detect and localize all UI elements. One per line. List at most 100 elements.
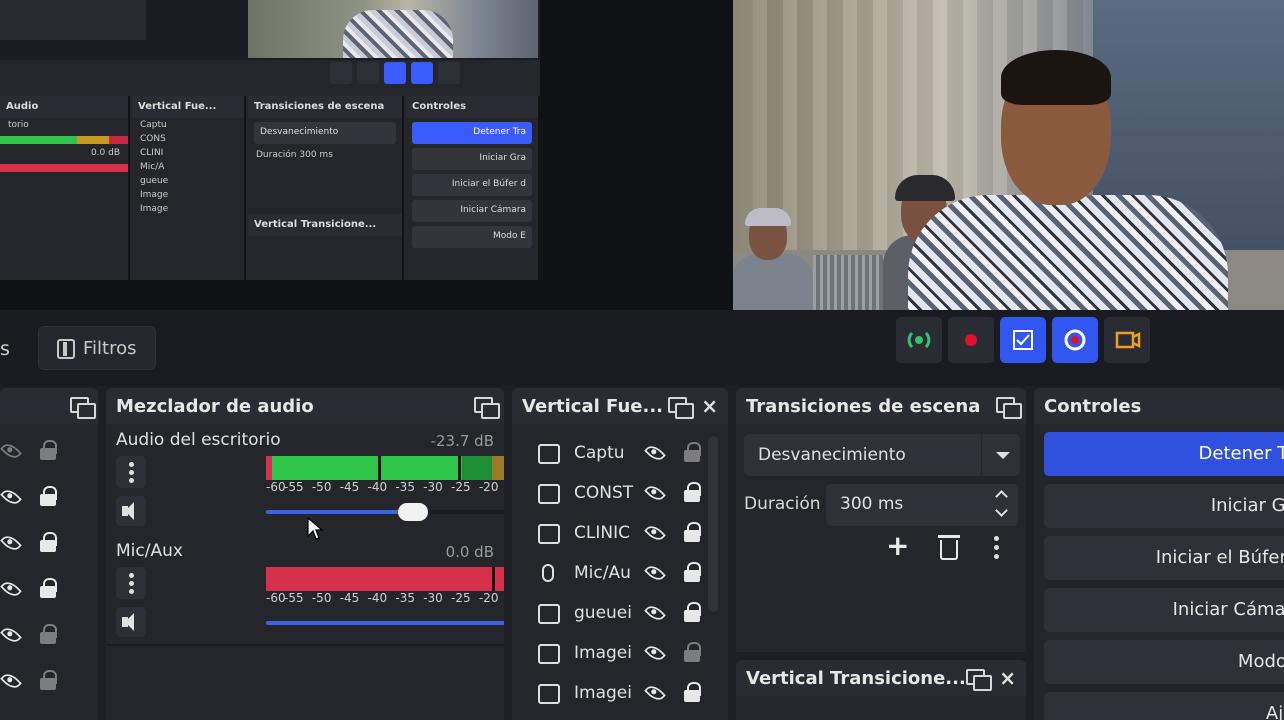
lock-icon[interactable] bbox=[40, 440, 57, 460]
obs-window: Audio torio 0.0 dB Vertical Fue... Captu… bbox=[0, 0, 1284, 720]
transition-select[interactable]: Desvanecimiento bbox=[744, 434, 1020, 476]
lock-icon[interactable] bbox=[684, 682, 701, 702]
vertical-transitions-title: Vertical Transicione... bbox=[746, 668, 966, 689]
eye-icon[interactable] bbox=[644, 682, 666, 704]
source-row[interactable]: CLINIC bbox=[528, 514, 728, 554]
channel-menu-button[interactable] bbox=[116, 567, 146, 599]
stop-streaming-button[interactable]: Detener Tra bbox=[1044, 432, 1284, 476]
image-icon bbox=[538, 644, 560, 664]
source-row[interactable]: Imagei bbox=[528, 634, 728, 674]
eye-icon[interactable] bbox=[644, 442, 666, 464]
lock-icon[interactable] bbox=[40, 486, 57, 506]
browser-source-icon bbox=[538, 484, 560, 504]
volume-slider-mic[interactable] bbox=[266, 621, 504, 625]
duration-spinbox[interactable]: 300 ms bbox=[826, 484, 1018, 526]
scene-transitions-dock: Transiciones de escena Desvanecimiento D… bbox=[736, 388, 1026, 652]
lock-icon[interactable] bbox=[40, 532, 57, 552]
start-recording-button[interactable]: Iniciar Gra bbox=[1044, 484, 1284, 528]
add-icon[interactable]: + bbox=[886, 529, 909, 562]
scene-source-row[interactable] bbox=[0, 566, 98, 612]
volume-meter-mic bbox=[266, 567, 504, 591]
close-icon[interactable]: × bbox=[999, 666, 1016, 690]
channel-menu-button[interactable] bbox=[116, 456, 146, 488]
source-row[interactable]: Imagei bbox=[528, 674, 728, 714]
source-row[interactable]: CONST bbox=[528, 474, 728, 514]
studio-mode-button[interactable]: Modo E bbox=[1044, 640, 1284, 684]
close-icon[interactable]: × bbox=[701, 394, 718, 418]
vertical-sources-dock: Vertical Fue... × Captu CONST CLINIC Mic/Au… bbox=[512, 388, 728, 720]
scene-source-row[interactable] bbox=[0, 474, 98, 520]
channel-name: Audio del escritorio bbox=[116, 430, 281, 450]
source-name: Captu bbox=[574, 443, 625, 463]
virtual-camera-icon[interactable] bbox=[1104, 317, 1150, 363]
lock-icon[interactable] bbox=[40, 670, 57, 690]
scene-source-row[interactable] bbox=[0, 520, 98, 566]
source-row[interactable]: Mic/Au bbox=[528, 554, 728, 594]
lock-icon[interactable] bbox=[684, 442, 701, 462]
undock-icon[interactable] bbox=[668, 397, 694, 419]
chevron-down-icon[interactable] bbox=[995, 504, 1008, 517]
lock-icon[interactable] bbox=[40, 624, 57, 644]
scale-tick: -60 bbox=[266, 480, 286, 494]
scene-source-row[interactable] bbox=[0, 428, 98, 474]
undock-icon[interactable] bbox=[474, 397, 500, 419]
lock-icon[interactable] bbox=[40, 578, 57, 598]
duration-label: Duración bbox=[744, 494, 821, 514]
undock-icon[interactable] bbox=[996, 397, 1022, 419]
vertical-controls-bar bbox=[896, 317, 1150, 363]
lock-icon[interactable] bbox=[684, 642, 701, 662]
source-row[interactable]: gueuei bbox=[528, 594, 728, 634]
source-row[interactable]: Captu bbox=[528, 434, 728, 474]
eye-icon[interactable] bbox=[0, 486, 22, 508]
channel-db: 0.0 dB bbox=[445, 543, 494, 561]
undock-icon[interactable] bbox=[966, 669, 992, 691]
camera-feed bbox=[733, 0, 1284, 310]
eye-icon[interactable] bbox=[0, 578, 22, 600]
trash-icon[interactable] bbox=[938, 535, 960, 560]
source-name: Imagei bbox=[574, 643, 632, 663]
undock-icon[interactable] bbox=[70, 397, 96, 419]
scale-tick: -35 bbox=[395, 591, 415, 605]
speaker-icon[interactable] bbox=[116, 607, 146, 637]
slider-handle[interactable] bbox=[398, 503, 428, 521]
eye-icon[interactable] bbox=[0, 532, 22, 554]
more-options-icon[interactable] bbox=[994, 536, 999, 563]
properties-tab-partial[interactable]: s bbox=[0, 326, 30, 370]
lock-icon[interactable] bbox=[684, 482, 701, 502]
volume-slider-desktop[interactable] bbox=[266, 503, 504, 521]
chevron-up-icon[interactable] bbox=[995, 490, 1008, 503]
speaker-icon[interactable] bbox=[116, 496, 146, 526]
eye-hidden-icon[interactable] bbox=[0, 440, 22, 462]
eye-icon[interactable] bbox=[0, 670, 22, 692]
channel-name: Mic/Aux bbox=[116, 541, 183, 561]
nested-camera-feed bbox=[248, 0, 538, 58]
eye-icon[interactable] bbox=[0, 624, 22, 646]
scrollbar[interactable] bbox=[708, 436, 718, 612]
filters-label: Filtros bbox=[83, 338, 137, 359]
transitions-title: Transiciones de escena bbox=[746, 396, 981, 417]
scene-source-row[interactable] bbox=[0, 612, 98, 658]
filters-button[interactable]: Filtros bbox=[38, 326, 156, 370]
nested-obs-preview: Audio torio 0.0 dB Vertical Fue... Captu… bbox=[0, 0, 540, 280]
start-virtual-camera-button[interactable]: Iniciar Cámara bbox=[1044, 588, 1284, 632]
stream-icon[interactable] bbox=[896, 317, 942, 363]
scale-tick: -25 bbox=[451, 480, 471, 494]
lock-icon[interactable] bbox=[684, 602, 701, 622]
checkbox-icon[interactable] bbox=[1000, 317, 1046, 363]
settings-button[interactable]: Ajus bbox=[1044, 692, 1284, 720]
record-icon[interactable] bbox=[948, 317, 994, 363]
lock-icon[interactable] bbox=[684, 562, 701, 582]
eye-icon[interactable] bbox=[644, 602, 666, 624]
browser-source-icon bbox=[538, 524, 560, 544]
lock-icon[interactable] bbox=[684, 522, 701, 542]
eye-icon[interactable] bbox=[644, 642, 666, 664]
eye-icon[interactable] bbox=[644, 522, 666, 544]
eye-icon[interactable] bbox=[644, 482, 666, 504]
replay-buffer-icon[interactable] bbox=[1052, 317, 1098, 363]
start-replay-buffer-button[interactable]: Iniciar el Búfer d bbox=[1044, 536, 1284, 580]
eye-icon[interactable] bbox=[644, 562, 666, 584]
scene-source-row[interactable] bbox=[0, 658, 98, 704]
nested-controls-dock: Controles Detener Tra Iniciar Gra Inicia… bbox=[406, 96, 540, 280]
scenes-dock bbox=[0, 388, 98, 720]
scale-tick: -30 bbox=[423, 480, 443, 494]
